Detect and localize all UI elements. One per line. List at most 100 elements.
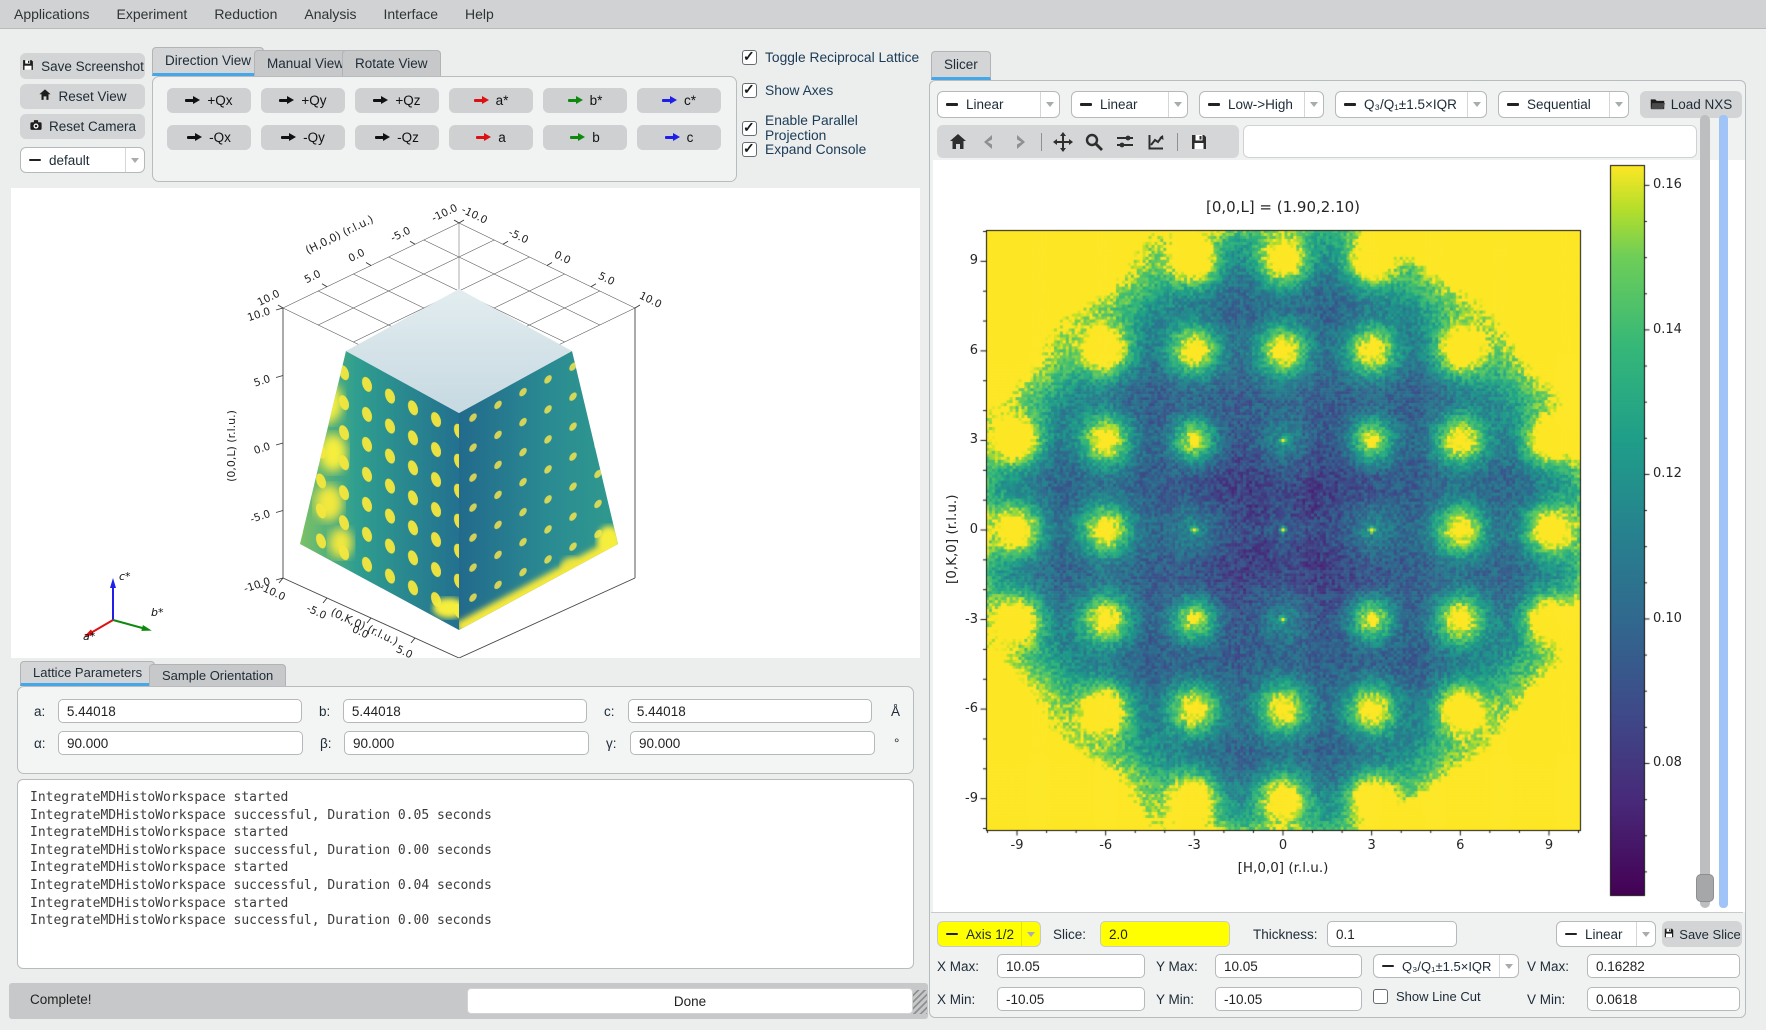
scale-combo[interactable]: Linear xyxy=(1556,921,1656,947)
tab-rotate-view[interactable]: Rotate View xyxy=(342,50,441,76)
arrow-icon xyxy=(373,96,388,105)
tab-lattice-parameters[interactable]: Lattice Parameters xyxy=(20,661,155,686)
menu-item-reduction[interactable]: Reduction xyxy=(214,6,277,22)
chevron-down-icon xyxy=(1304,92,1323,117)
option-toggle-reciprocal-lattice[interactable]: Toggle Reciprocal Lattice xyxy=(742,50,919,65)
home-icon[interactable] xyxy=(946,130,970,154)
checkbox-icon[interactable] xyxy=(742,83,757,98)
slice-input[interactable] xyxy=(1100,921,1230,947)
slicer-combo-0[interactable]: Linear xyxy=(937,91,1060,118)
menu-item-interface[interactable]: Interface xyxy=(384,6,438,22)
checkbox-icon[interactable] xyxy=(742,142,757,157)
menu-item-applications[interactable]: Applications xyxy=(14,6,90,22)
lattice-input[interactable] xyxy=(58,731,303,755)
direction-button-c[interactable]: c xyxy=(637,125,721,150)
dash-icon xyxy=(29,159,41,162)
axis-tick-label: 0.0 xyxy=(552,249,572,267)
option-enable-parallel-projection[interactable]: Enable Parallel Projection xyxy=(742,113,922,143)
save-icon[interactable] xyxy=(1187,130,1211,154)
direction-button-label: a xyxy=(498,130,506,145)
lattice-input[interactable] xyxy=(343,699,587,723)
tab-label: Direction View xyxy=(165,53,251,68)
lattice-input[interactable] xyxy=(58,699,302,723)
checkbox-icon[interactable] xyxy=(742,121,757,136)
axis-combo[interactable]: Axis 1/2 xyxy=(937,921,1041,947)
lattice-unit: ° xyxy=(894,736,899,751)
slicer-combo-1[interactable]: Linear xyxy=(1071,91,1188,118)
vmin-input[interactable] xyxy=(1587,987,1740,1011)
direction-button-bstar[interactable]: b* xyxy=(543,88,627,113)
slice-heatmap[interactable] xyxy=(933,160,1745,912)
preset-combo[interactable]: default xyxy=(20,147,145,173)
direction-button--Qz[interactable]: -Qz xyxy=(355,125,439,150)
reset-view-label: Reset View xyxy=(58,89,126,104)
slicer-combo-4[interactable]: Sequential xyxy=(1498,91,1629,118)
axis-tick-label: 10.0 xyxy=(637,290,663,311)
menu-item-experiment[interactable]: Experiment xyxy=(117,6,188,22)
ymax-input[interactable] xyxy=(1215,954,1362,978)
show-line-cut-checkbox[interactable] xyxy=(1373,989,1388,1004)
tab-slicer[interactable]: Slicer xyxy=(931,51,991,80)
clim-combo[interactable]: Q₃/Q₁±1.5×IQR xyxy=(1373,954,1519,978)
thickness-input[interactable] xyxy=(1327,921,1457,947)
lattice-input[interactable] xyxy=(344,731,589,755)
tab-sample-orientation[interactable]: Sample Orientation xyxy=(149,664,286,686)
lattice-field-label: α: xyxy=(34,736,58,751)
colorbar-range-slider-handle[interactable] xyxy=(1696,874,1714,902)
xmax-input[interactable] xyxy=(997,954,1145,978)
save-screenshot-button[interactable]: Save Screenshot xyxy=(20,53,145,79)
direction-buttons-grid: +Qx +Qy +Qz a* b* c* -Qx -Qy -Qz a bc xyxy=(167,88,723,176)
lattice-field-label: β: xyxy=(320,736,344,751)
volume-3d-viewport[interactable]: 10.05.00.0-5.0-10.0(H,0,0) (r.l.u.)-10.0… xyxy=(11,188,920,658)
save-slice-button[interactable]: Save Slice xyxy=(1662,921,1742,947)
customize-icon[interactable] xyxy=(1144,130,1168,154)
combo-value: Linear xyxy=(1100,97,1138,112)
zoom-icon[interactable] xyxy=(1082,130,1106,154)
pan-icon[interactable] xyxy=(1051,130,1075,154)
slicer-combo-3[interactable]: Q₃/Q₁±1.5×IQR xyxy=(1335,91,1487,118)
direction-button-+Qy[interactable]: +Qy xyxy=(261,88,345,113)
direction-button-+Qx[interactable]: +Qx xyxy=(167,88,251,113)
checkbox-icon[interactable] xyxy=(742,50,757,65)
direction-button-astar[interactable]: a* xyxy=(449,88,533,113)
toolbar-separator xyxy=(1177,133,1178,151)
lattice-input[interactable] xyxy=(628,699,872,723)
direction-button-cstar[interactable]: c* xyxy=(637,88,721,113)
log-console[interactable]: IntegrateMDHistoWorkspace started Integr… xyxy=(17,779,914,969)
slicer-combo-2[interactable]: Low->High xyxy=(1199,91,1324,118)
ymin-input[interactable] xyxy=(1215,987,1362,1011)
chevron-down-icon xyxy=(1040,92,1059,117)
direction-button--Qx[interactable]: -Qx xyxy=(167,125,251,150)
axis-tick-label: 5.0 xyxy=(303,268,323,286)
colorbar-tick-label: 0.08 xyxy=(1653,755,1703,770)
menu-item-help[interactable]: Help xyxy=(465,6,494,22)
direction-button--Qy[interactable]: -Qy xyxy=(261,125,345,150)
axis-tick-label: 10.0 xyxy=(246,305,272,324)
back-icon[interactable] xyxy=(977,130,1001,154)
xmin-input[interactable] xyxy=(997,987,1145,1011)
colorbar-range-slider[interactable] xyxy=(1700,115,1710,908)
lattice-input[interactable] xyxy=(630,731,875,755)
option-show-axes[interactable]: Show Axes xyxy=(742,83,833,98)
direction-button-label: a* xyxy=(496,93,509,108)
direction-button-a[interactable]: a xyxy=(449,125,533,150)
lattice-lengths-row: a:b:c:Å xyxy=(34,699,900,723)
option-expand-console[interactable]: Expand Console xyxy=(742,142,866,157)
resize-grip[interactable] xyxy=(913,990,927,1014)
tab-direction-view[interactable]: Direction View xyxy=(152,47,264,76)
reset-view-button[interactable]: Reset View xyxy=(20,84,145,109)
axis-tick-label: -5.0 xyxy=(506,227,530,247)
show-line-cut-option[interactable]: Show Line Cut xyxy=(1373,989,1481,1004)
axis-tick-label: (H,0,0) (r.l.u.) xyxy=(303,213,375,257)
direction-button-+Qz[interactable]: +Qz xyxy=(355,88,439,113)
dash-icon xyxy=(946,103,958,106)
menu-item-analysis[interactable]: Analysis xyxy=(304,6,356,22)
forward-icon[interactable] xyxy=(1008,130,1032,154)
dash-icon xyxy=(1080,103,1092,106)
direction-button-b[interactable]: b xyxy=(543,125,627,150)
reset-camera-button[interactable]: Reset Camera xyxy=(20,114,145,139)
load-nxs-button[interactable]: Load NXS xyxy=(1640,91,1742,118)
colorbar-level-slider[interactable] xyxy=(1719,115,1728,908)
vmax-input[interactable] xyxy=(1587,954,1740,978)
subplots-icon[interactable] xyxy=(1113,130,1137,154)
